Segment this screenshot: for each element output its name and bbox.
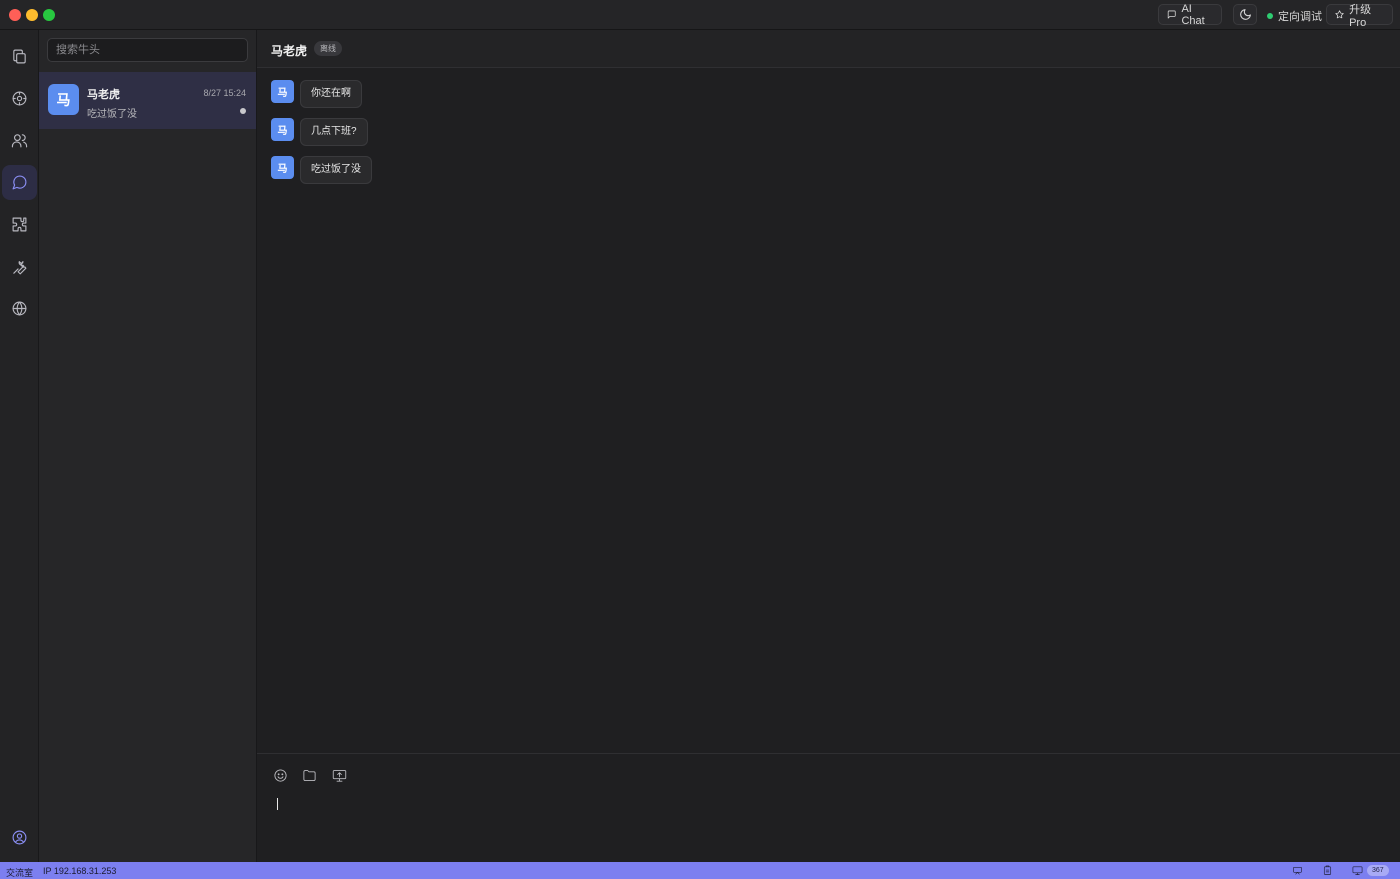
room-label: 交流室 xyxy=(6,868,34,878)
ai-chat-label: AI Chat xyxy=(1181,2,1205,27)
message-bubble[interactable]: 你还在啊 xyxy=(300,80,362,108)
clipboard-icon xyxy=(1323,865,1332,875)
conversation-time: 8/27 15:24 xyxy=(203,88,246,98)
status-badge: 离线 xyxy=(314,41,342,56)
folder-icon xyxy=(302,769,316,781)
avatar: 马 xyxy=(48,84,79,115)
avatar[interactable]: 马 xyxy=(271,118,294,141)
copy-icon xyxy=(13,49,26,64)
status-link-button[interactable] xyxy=(1292,865,1303,876)
globe-icon xyxy=(12,301,27,316)
message-bubble[interactable]: 吃过饭了没 xyxy=(300,156,372,184)
sidebar-item-contacts[interactable] xyxy=(2,123,37,158)
send-file-button[interactable] xyxy=(300,766,318,784)
chat-bubble-icon xyxy=(12,175,27,190)
emoji-icon xyxy=(273,768,287,782)
avatar[interactable]: 马 xyxy=(271,156,294,179)
user-circle-icon xyxy=(12,830,27,845)
message-row: 马 吃过饭了没 xyxy=(271,156,372,184)
sidebar-item-discover[interactable] xyxy=(2,81,37,116)
devices-button[interactable] xyxy=(1352,865,1363,876)
avatar[interactable]: 马 xyxy=(271,80,294,103)
profile-button[interactable] xyxy=(2,820,37,855)
upgrade-label: 升级 Pro xyxy=(1349,3,1372,29)
link-icon xyxy=(1293,866,1302,875)
chat-title: 马老虎 xyxy=(271,44,308,58)
monitor-icon xyxy=(1352,866,1363,875)
ai-chat-button[interactable]: AI Chat xyxy=(1158,2,1222,27)
wrench-icon xyxy=(13,261,27,275)
star-icon xyxy=(1335,10,1344,19)
sidebar-item-tools[interactable] xyxy=(2,250,37,285)
sidebar-item-plugins[interactable] xyxy=(2,207,37,242)
message-bubble[interactable]: 几点下班? xyxy=(300,118,368,146)
upgrade-pro-button[interactable]: 升级 Pro xyxy=(1326,4,1393,29)
users-icon xyxy=(11,134,28,148)
minimize-window-button[interactable] xyxy=(26,9,38,21)
puzzle-icon xyxy=(12,217,27,232)
compass-icon xyxy=(12,91,27,106)
screen-share-icon xyxy=(332,769,346,782)
title-bar: AI Chat 定向调试 升级 Pro xyxy=(0,0,1400,30)
conversation-last-message: 吃过饭了没 xyxy=(87,109,137,120)
moon-icon xyxy=(1239,9,1251,20)
emoji-button[interactable] xyxy=(271,766,289,784)
sidebar-item-chat[interactable] xyxy=(2,165,37,200)
sidebar-item-network[interactable] xyxy=(2,291,37,326)
message-row: 马 几点下班? xyxy=(271,118,368,146)
conversation-list-panel: 马 马老虎 8/27 15:24 吃过饭了没 xyxy=(39,30,257,862)
message-composer xyxy=(257,753,1400,862)
online-count-badge: 367 xyxy=(1367,865,1389,876)
status-label: 定向调试 xyxy=(1278,11,1322,23)
conversation-item[interactable]: 马 马老虎 8/27 15:24 吃过饭了没 xyxy=(39,72,256,129)
sidebar-rail xyxy=(0,30,39,862)
maximize-window-button[interactable] xyxy=(43,9,55,21)
chat-panel: 马老虎 离线 马 你还在啊 马 几点下班? 马 吃过饭了没 xyxy=(257,30,1400,862)
message-row: 马 你还在啊 xyxy=(271,80,362,108)
close-window-button[interactable] xyxy=(9,9,21,21)
chat-header: 马老虎 离线 xyxy=(257,30,1400,68)
unread-dot-icon xyxy=(240,108,246,114)
conversation-name: 马老虎 xyxy=(87,89,120,101)
status-bar: 交流室 IP 192.168.31.253 367 xyxy=(0,862,1400,879)
theme-toggle-button[interactable] xyxy=(1233,4,1257,25)
chat-bubble-icon xyxy=(1167,10,1176,19)
sidebar-item-copy[interactable] xyxy=(2,39,37,74)
search-input[interactable] xyxy=(47,38,248,62)
status-dot-icon xyxy=(1267,13,1273,19)
clipboard-button[interactable] xyxy=(1322,865,1333,876)
screen-share-button[interactable] xyxy=(330,766,348,784)
text-cursor[interactable] xyxy=(277,798,278,810)
ip-address: IP 192.168.31.253 xyxy=(43,866,117,876)
connection-status[interactable]: 定向调试 xyxy=(1267,8,1322,24)
